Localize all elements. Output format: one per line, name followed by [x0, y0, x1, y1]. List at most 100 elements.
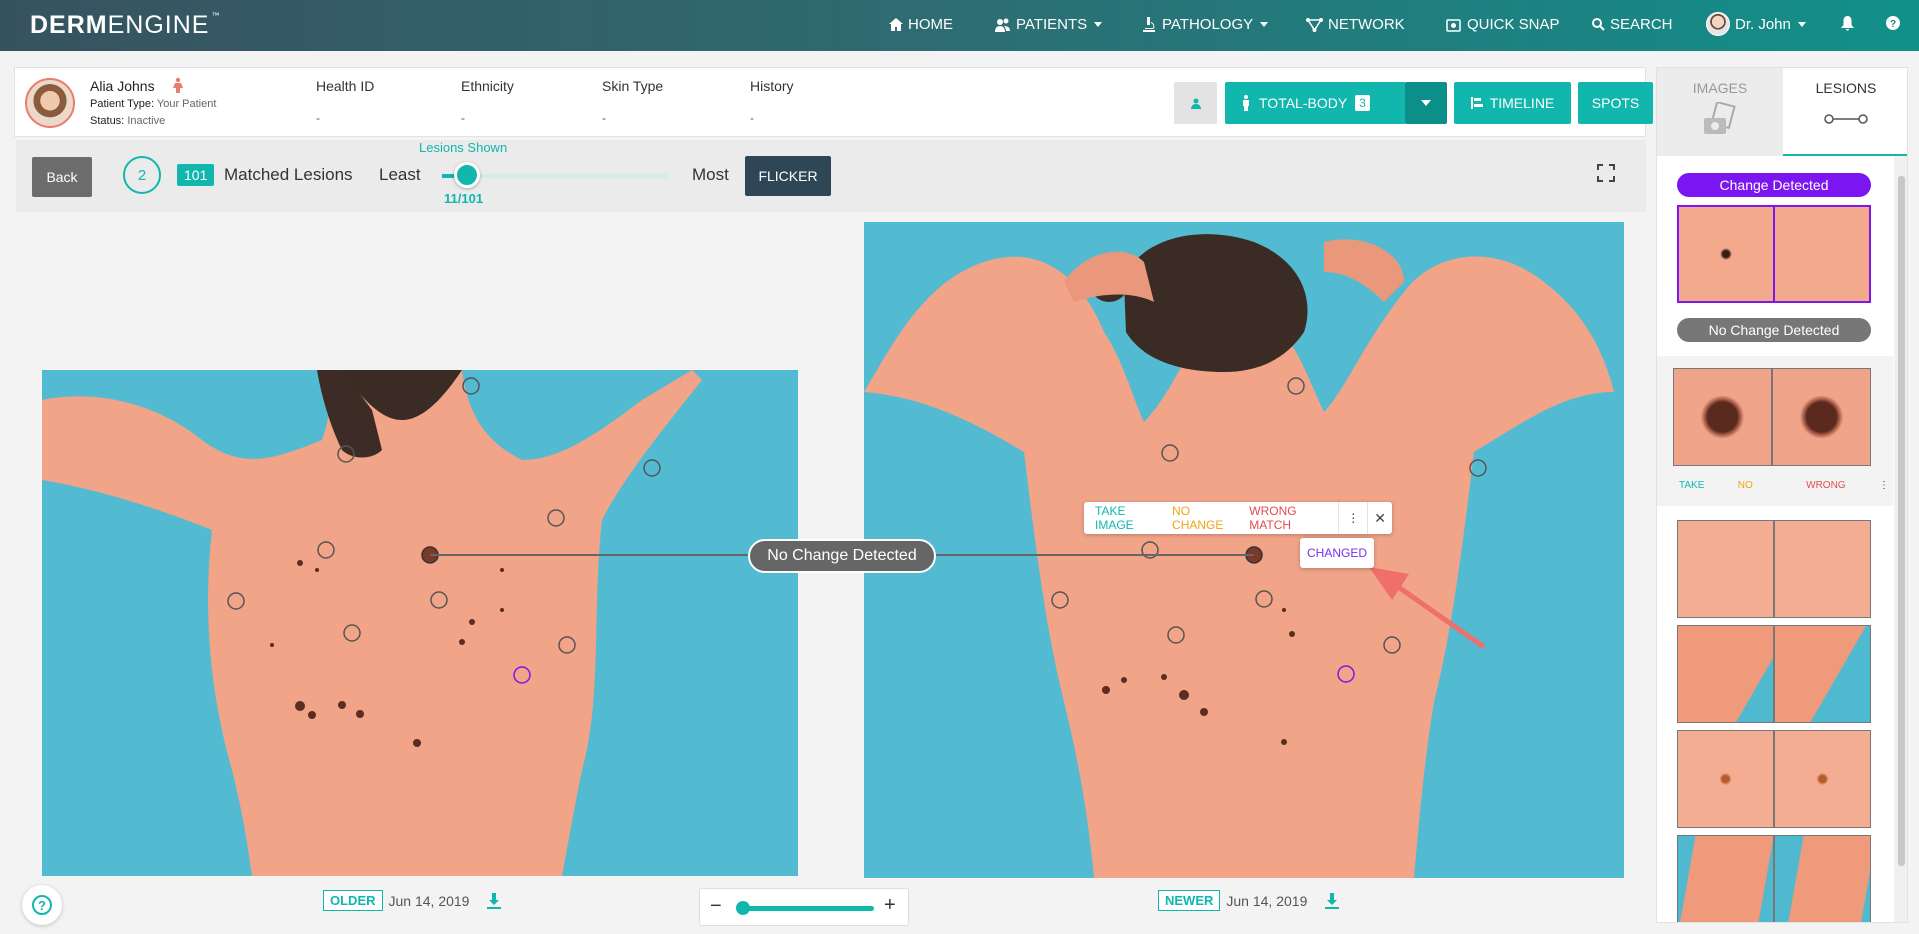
- help-float-button[interactable]: ?: [22, 885, 62, 925]
- lesion-pair[interactable]: [1677, 730, 1871, 828]
- home-icon: [889, 18, 903, 31]
- lesion-thumb-newer: [1774, 835, 1871, 922]
- patient-name[interactable]: Alia Johns: [90, 78, 155, 94]
- lesion-thumb-newer: [1774, 730, 1871, 828]
- matched-lesions-label: Matched Lesions: [224, 165, 353, 184]
- nav-patients[interactable]: PATIENTS: [995, 16, 1103, 33]
- nav-quick-snap[interactable]: QUICK SNAP: [1446, 16, 1560, 33]
- question-icon: ?: [1886, 16, 1900, 30]
- selected-lesion-pair[interactable]: TAKE NO WRONG ⋮: [1657, 356, 1893, 506]
- lesion-thumb-older: [1677, 625, 1774, 723]
- health-id-header: Health ID: [316, 78, 375, 94]
- top-navbar: DERMENGINE ™ HOME PATIENTS PATHOLOGY NETW…: [0, 0, 1919, 51]
- matched-count-badge: 101: [177, 164, 215, 186]
- no-change-action[interactable]: NO CHANGE: [1166, 504, 1243, 532]
- notifications-button[interactable]: [1841, 16, 1854, 31]
- timeline-icon: [1470, 97, 1483, 109]
- fullscreen-icon[interactable]: [1597, 164, 1615, 182]
- lesion-pair-changed[interactable]: [1677, 205, 1871, 303]
- patient-header: Alia Johns Patient Type: Your Patient St…: [14, 67, 1653, 137]
- health-id-value: -: [316, 111, 320, 125]
- lesion-thumb-older: [1673, 368, 1772, 466]
- more-actions-icon[interactable]: ⋮: [1879, 480, 1889, 491]
- ethnicity-header: Ethnicity: [461, 78, 514, 94]
- network-icon: [1306, 17, 1323, 32]
- sidebar-scrollbar[interactable]: [1894, 156, 1907, 922]
- spots-button[interactable]: SPOTS: [1578, 82, 1653, 124]
- download-icon[interactable]: [487, 892, 502, 909]
- download-icon[interactable]: [1325, 892, 1340, 909]
- user-icon: [1190, 98, 1201, 109]
- newer-date-group: NEWER Jun 14, 2019: [1158, 890, 1340, 911]
- skin-type-header: Skin Type: [602, 78, 664, 94]
- history-header: History: [750, 78, 794, 94]
- lesion-thumb-older: [1678, 206, 1774, 302]
- history-value: -: [750, 111, 754, 125]
- zoom-in-icon[interactable]: +: [884, 894, 896, 917]
- total-body-button[interactable]: TOTAL-BODY 3: [1225, 82, 1406, 124]
- zoom-slider-thumb[interactable]: [736, 901, 750, 915]
- no-change-badge: No Change Detected: [748, 539, 936, 573]
- change-detected-header: Change Detected: [1677, 173, 1871, 197]
- wrong-action[interactable]: WRONG: [1806, 480, 1845, 491]
- total-body-dropdown[interactable]: [1405, 82, 1447, 124]
- question-circle-icon: ?: [32, 895, 52, 915]
- nav-search[interactable]: SEARCH: [1592, 16, 1673, 33]
- link-icon: [1824, 114, 1868, 124]
- zoom-out-icon[interactable]: −: [710, 895, 722, 918]
- older-date: Jun 14, 2019: [388, 892, 470, 909]
- camera-icon: [1446, 19, 1461, 32]
- patient-status: Status: Inactive: [90, 115, 166, 127]
- no-change-detected-header: No Change Detected: [1677, 318, 1871, 342]
- patient-avatar: [25, 78, 75, 128]
- nav-home[interactable]: HOME: [889, 16, 953, 33]
- logo[interactable]: DERMENGINE ™: [30, 11, 220, 40]
- lesion-pair[interactable]: [1677, 520, 1871, 618]
- timeline-button[interactable]: TIMELINE: [1454, 82, 1571, 124]
- patient-profile-button[interactable]: [1174, 82, 1217, 124]
- sidebar-scrollbar-thumb[interactable]: [1898, 176, 1905, 866]
- lesion-thumb-newer: [1774, 206, 1870, 302]
- comparison-toolbar: Back 2 101 Matched Lesions Least Lesions…: [16, 140, 1646, 212]
- tab-lesions[interactable]: LESIONS: [1783, 68, 1907, 156]
- take-action[interactable]: TAKE: [1679, 480, 1704, 491]
- tab-images[interactable]: IMAGES: [1657, 68, 1783, 156]
- lesion-thumb-older: [1677, 730, 1774, 828]
- step-indicator: 2: [123, 156, 161, 194]
- total-body-count: 3: [1355, 95, 1370, 111]
- female-icon: [173, 77, 183, 93]
- nav-network[interactable]: NETWORK: [1306, 16, 1405, 33]
- wrong-match-action[interactable]: WRONG MATCH: [1243, 504, 1338, 532]
- changed-action[interactable]: CHANGED: [1300, 538, 1374, 568]
- caret-down-icon: [1421, 100, 1431, 106]
- svg-text:?: ?: [1890, 19, 1896, 30]
- more-actions-icon[interactable]: ⋮: [1338, 502, 1369, 534]
- lesions-slider-thumb[interactable]: [454, 162, 480, 188]
- help-button[interactable]: ?: [1886, 16, 1900, 30]
- older-body-photo[interactable]: [42, 370, 798, 876]
- older-date-group: OLDER Jun 14, 2019: [323, 890, 502, 911]
- lesion-pair[interactable]: [1677, 835, 1871, 922]
- zoom-control: − +: [699, 888, 909, 926]
- no-action[interactable]: NO: [1738, 480, 1753, 491]
- least-label: Least: [379, 165, 421, 184]
- lesion-pair[interactable]: [1677, 625, 1871, 723]
- nav-pathology[interactable]: PATHOLOGY: [1141, 16, 1269, 33]
- right-sidebar: IMAGES LESIONS Change Detected No Change…: [1656, 67, 1908, 923]
- back-button[interactable]: Back: [32, 157, 92, 197]
- zoom-slider-track[interactable]: [744, 906, 874, 911]
- lesion-thumb-newer: [1774, 520, 1871, 618]
- flicker-button[interactable]: FLICKER: [745, 156, 831, 196]
- newer-tag: NEWER: [1158, 890, 1221, 911]
- user-menu[interactable]: Dr. John: [1706, 12, 1806, 36]
- lesion-thumb-newer: [1774, 625, 1871, 723]
- user-avatar: [1706, 12, 1730, 36]
- take-image-action[interactable]: TAKE IMAGE: [1089, 504, 1166, 532]
- newer-body-photo[interactable]: [864, 222, 1624, 878]
- ethnicity-value: -: [461, 111, 465, 125]
- patient-type: Patient Type: Your Patient: [90, 98, 217, 110]
- microscope-icon: [1143, 17, 1155, 32]
- lesion-thumb-older: [1677, 835, 1774, 922]
- bell-icon: [1841, 16, 1854, 31]
- close-icon[interactable]: ✕: [1368, 510, 1392, 527]
